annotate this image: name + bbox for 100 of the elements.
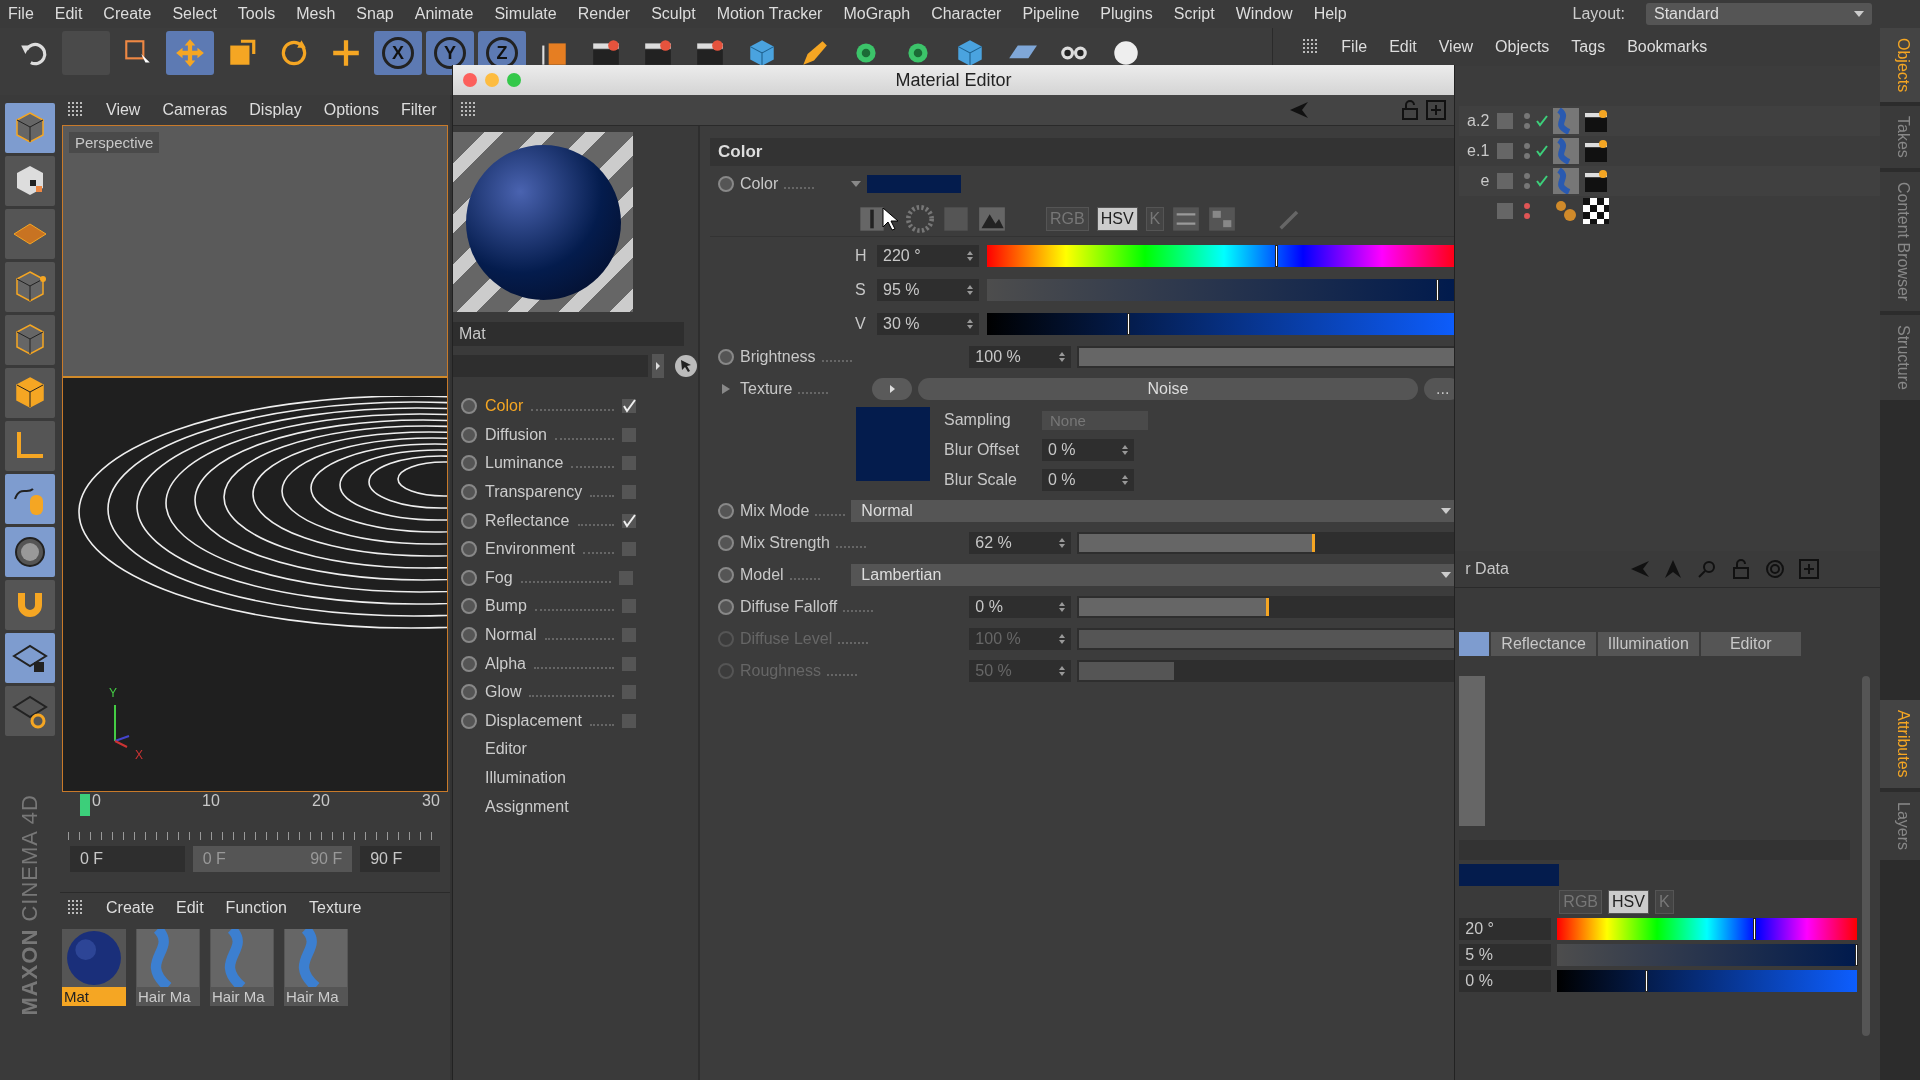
zoom-button[interactable] bbox=[507, 73, 521, 87]
channel-item[interactable]: Illumination bbox=[485, 769, 566, 787]
menu-item[interactable]: Sculpt bbox=[651, 5, 696, 23]
more-button[interactable]: ... bbox=[1424, 378, 1454, 400]
checkbox[interactable] bbox=[622, 542, 636, 557]
checkbox[interactable] bbox=[622, 628, 636, 643]
lock-icon[interactable] bbox=[1400, 100, 1420, 120]
menu-item[interactable]: Pipeline bbox=[1022, 5, 1080, 23]
check-icon[interactable] bbox=[1535, 114, 1550, 128]
channel-item[interactable]: Environment bbox=[485, 540, 575, 559]
menu-item[interactable]: Cameras bbox=[162, 101, 228, 119]
menu-item[interactable]: Simulate bbox=[494, 5, 557, 23]
checkbox[interactable] bbox=[622, 656, 636, 671]
menu-item[interactable]: View bbox=[1438, 38, 1474, 56]
radio-icon[interactable] bbox=[461, 512, 477, 529]
tool-button[interactable] bbox=[5, 580, 55, 630]
radio-icon[interactable] bbox=[461, 541, 477, 558]
number-field[interactable]: 95 % bbox=[877, 279, 979, 301]
tool-button[interactable] bbox=[5, 156, 55, 206]
menu-item[interactable]: Options bbox=[323, 101, 379, 119]
check-icon[interactable] bbox=[1535, 144, 1550, 158]
menu-item[interactable]: Tools bbox=[237, 5, 276, 23]
number-field[interactable]: 0 % bbox=[969, 596, 1072, 618]
menu-item[interactable]: Display bbox=[249, 101, 302, 119]
gradient-slider[interactable] bbox=[987, 245, 1454, 267]
dropdown[interactable]: Normal bbox=[851, 500, 1454, 522]
menu-item[interactable]: Window bbox=[1235, 5, 1293, 23]
tool-button[interactable] bbox=[5, 315, 55, 365]
side-tab[interactable]: Attributes bbox=[1880, 700, 1920, 788]
menu-item[interactable]: Tags bbox=[1571, 38, 1606, 56]
object-name[interactable]: e.1 bbox=[1459, 142, 1490, 160]
dropdown[interactable]: Lambertian bbox=[851, 564, 1454, 586]
color-wheel-icon[interactable] bbox=[906, 205, 934, 233]
channel-item[interactable]: Normal bbox=[485, 626, 537, 645]
menu-item[interactable]: Render bbox=[577, 5, 631, 23]
material-thumbnail[interactable]: Hair Ma bbox=[210, 929, 274, 1006]
channel-item[interactable]: Color bbox=[485, 397, 524, 416]
radio-icon[interactable] bbox=[461, 484, 477, 501]
gradient-slider[interactable] bbox=[1557, 944, 1858, 966]
menu-item[interactable]: Edit bbox=[1389, 38, 1417, 56]
radio-icon[interactable] bbox=[461, 569, 477, 586]
radio-icon[interactable] bbox=[461, 684, 477, 701]
tool-button[interactable] bbox=[5, 421, 55, 471]
radio-icon[interactable] bbox=[718, 349, 734, 365]
menu-item[interactable]: Help bbox=[1313, 5, 1347, 23]
spinner-arrows-icon[interactable] bbox=[1059, 537, 1066, 549]
caret-icon[interactable] bbox=[851, 181, 862, 187]
expand-arrow-icon[interactable] bbox=[722, 384, 730, 394]
checkbox[interactable] bbox=[622, 685, 636, 700]
tool-button[interactable] bbox=[5, 103, 55, 153]
clapper-tag-icon[interactable] bbox=[1583, 168, 1610, 194]
slider-marker[interactable] bbox=[1645, 970, 1649, 992]
tool-button[interactable] bbox=[5, 262, 55, 312]
layout-dropdown[interactable]: Standard bbox=[1646, 3, 1872, 25]
visibility-dots-icon[interactable] bbox=[1523, 201, 1532, 221]
menu-item[interactable]: Select bbox=[172, 5, 217, 23]
spinner-arrows-icon[interactable] bbox=[967, 250, 973, 262]
back-arrow-icon[interactable] bbox=[1288, 100, 1308, 120]
color-swatch[interactable] bbox=[1459, 864, 1560, 886]
slider-fill[interactable] bbox=[1079, 534, 1315, 552]
channel-item[interactable]: Reflectance bbox=[485, 511, 570, 530]
attribute-tab[interactable]: Editor bbox=[1700, 632, 1801, 656]
number-field[interactable]: 220 ° bbox=[877, 245, 979, 267]
spinner-arrows-icon[interactable] bbox=[1059, 601, 1066, 613]
material-thumbnail[interactable]: Hair Ma bbox=[284, 929, 348, 1006]
menu-item[interactable]: Motion Tracker bbox=[716, 5, 823, 23]
spinner-arrows-icon[interactable] bbox=[1122, 474, 1128, 486]
radio-icon[interactable] bbox=[461, 426, 477, 443]
gradient-slider[interactable] bbox=[1557, 970, 1858, 992]
menu-item[interactable]: Snap bbox=[356, 5, 394, 23]
material-name-field[interactable]: Mat bbox=[453, 322, 684, 346]
viewport[interactable]: Perspective Y X bbox=[62, 125, 448, 792]
color-mode-button[interactable]: HSV bbox=[1096, 207, 1138, 231]
gradient-slider[interactable] bbox=[987, 279, 1454, 301]
slider-track[interactable] bbox=[1077, 660, 1454, 682]
slider-marker[interactable] bbox=[1274, 245, 1278, 267]
number-field[interactable]: 0 % bbox=[1042, 469, 1134, 491]
menu-item[interactable]: File bbox=[8, 5, 34, 23]
number-field[interactable]: 100 % bbox=[969, 346, 1072, 368]
slider-marker[interactable] bbox=[1127, 313, 1131, 335]
channel-item[interactable]: Displacement bbox=[485, 711, 582, 730]
radio-icon[interactable] bbox=[461, 712, 477, 729]
radio-icon[interactable] bbox=[461, 598, 477, 615]
channel-item[interactable]: Bump bbox=[485, 597, 527, 616]
color-mode-button[interactable]: HSV bbox=[1608, 890, 1649, 914]
new-panel-icon[interactable] bbox=[1426, 100, 1446, 120]
color-swatch[interactable] bbox=[867, 175, 962, 193]
visibility-dots-icon[interactable] bbox=[1523, 141, 1532, 161]
clapper-tag-icon[interactable] bbox=[1583, 108, 1610, 134]
radio-icon[interactable] bbox=[718, 535, 734, 551]
number-field[interactable]: 30 % bbox=[877, 313, 979, 335]
texture-button[interactable]: Noise bbox=[918, 378, 1418, 400]
channel-item[interactable]: Glow bbox=[485, 683, 522, 702]
scrollbar[interactable] bbox=[1862, 676, 1871, 1036]
object-name[interactable]: e bbox=[1459, 172, 1490, 190]
radio-icon[interactable] bbox=[718, 567, 734, 583]
slider-marker[interactable] bbox=[1753, 918, 1757, 940]
checkbox[interactable] bbox=[622, 713, 636, 728]
toolbar-button[interactable]: Y bbox=[426, 31, 474, 75]
spinner-arrows-icon[interactable] bbox=[967, 284, 973, 296]
